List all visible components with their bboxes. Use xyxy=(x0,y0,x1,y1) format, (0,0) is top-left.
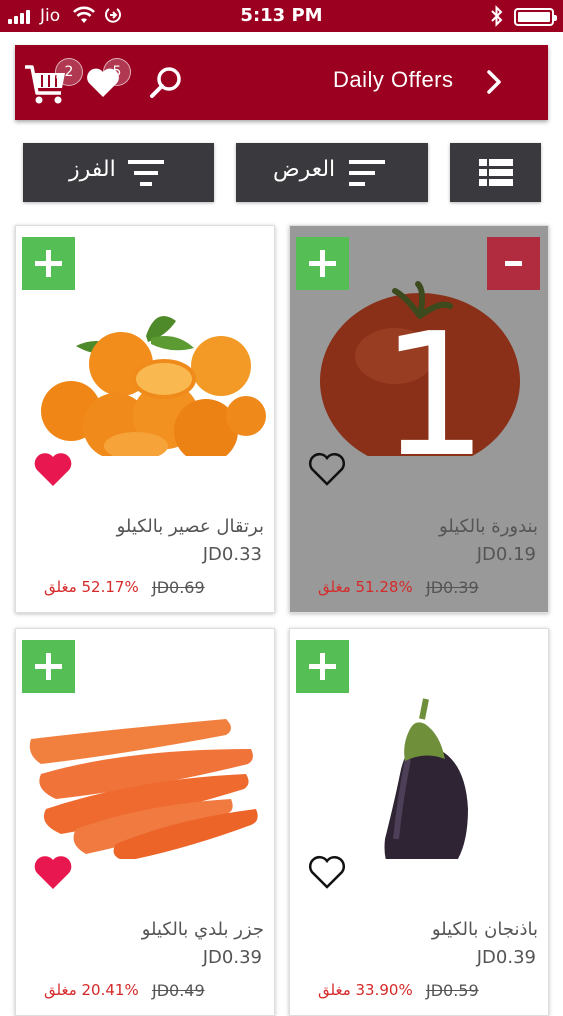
list-view-button[interactable] xyxy=(450,143,541,202)
chevron-right-icon[interactable] xyxy=(485,69,503,95)
product-discount: 33.90% مغلق xyxy=(318,981,413,999)
orange-image xyxy=(41,316,266,456)
product-name: برتقال عصير بالكيلو xyxy=(116,516,264,537)
product-name: جزر بلدي بالكيلو xyxy=(141,919,264,940)
product-price: JD0.19 xyxy=(476,544,536,565)
favorites-count-badge: 5 xyxy=(103,58,131,86)
heart-filled-icon[interactable] xyxy=(33,855,73,891)
sort-lines-icon xyxy=(349,160,385,186)
product-old-price: JD0.69 xyxy=(152,578,205,597)
status-bar: Jio 5:13 PM xyxy=(0,0,563,32)
battery-icon xyxy=(514,8,557,26)
product-card[interactable]: باذنجان بالكيلو JD0.39 JD0.59 33.90% مغل… xyxy=(289,628,549,1016)
product-old-price: JD0.39 xyxy=(426,578,479,597)
display-label: العرض xyxy=(273,157,336,182)
filter-icon xyxy=(128,160,164,186)
app-header: 2 5 Daily Offers xyxy=(15,45,548,120)
heart-filled-icon[interactable] xyxy=(33,452,73,488)
eggplant-image xyxy=(384,698,468,859)
product-price: JD0.39 xyxy=(476,947,536,968)
sort-button[interactable]: الفرز xyxy=(23,143,214,202)
product-name: بندورة بالكيلو xyxy=(438,516,538,537)
product-discount: 52.17% مغلق xyxy=(44,578,139,596)
product-old-price: JD0.49 xyxy=(152,981,205,1000)
product-card[interactable]: 1 بندورة بالكيلو JD0.19 JD0.39 51.28% مغ… xyxy=(289,225,549,613)
display-button[interactable]: العرض xyxy=(236,143,428,202)
product-discount: 51.28% مغلق xyxy=(318,578,413,596)
bluetooth-icon xyxy=(491,5,503,27)
product-price: JD0.33 xyxy=(202,544,262,565)
heart-outline-icon[interactable] xyxy=(307,855,347,891)
carrot-image xyxy=(29,719,258,859)
search-icon[interactable] xyxy=(148,65,184,101)
product-card[interactable]: جزر بلدي بالكيلو JD0.39 JD0.49 20.41% مغ… xyxy=(15,628,275,1016)
sort-label: الفرز xyxy=(69,157,116,182)
product-name: باذنجان بالكيلو xyxy=(431,919,538,940)
heart-outline-icon[interactable] xyxy=(307,452,347,488)
cart-count-badge: 2 xyxy=(55,58,83,86)
product-discount: 20.41% مغلق xyxy=(44,981,139,999)
daily-offers-link[interactable]: Daily Offers xyxy=(333,67,454,93)
product-card[interactable]: برتقال عصير بالكيلو JD0.33 JD0.69 52.17%… xyxy=(15,225,275,613)
product-old-price: JD0.59 xyxy=(426,981,479,1000)
cart-quantity: 1 xyxy=(380,297,489,495)
status-time: 5:13 PM xyxy=(240,5,323,26)
product-price: JD0.39 xyxy=(202,947,262,968)
list-view-icon xyxy=(479,159,513,186)
